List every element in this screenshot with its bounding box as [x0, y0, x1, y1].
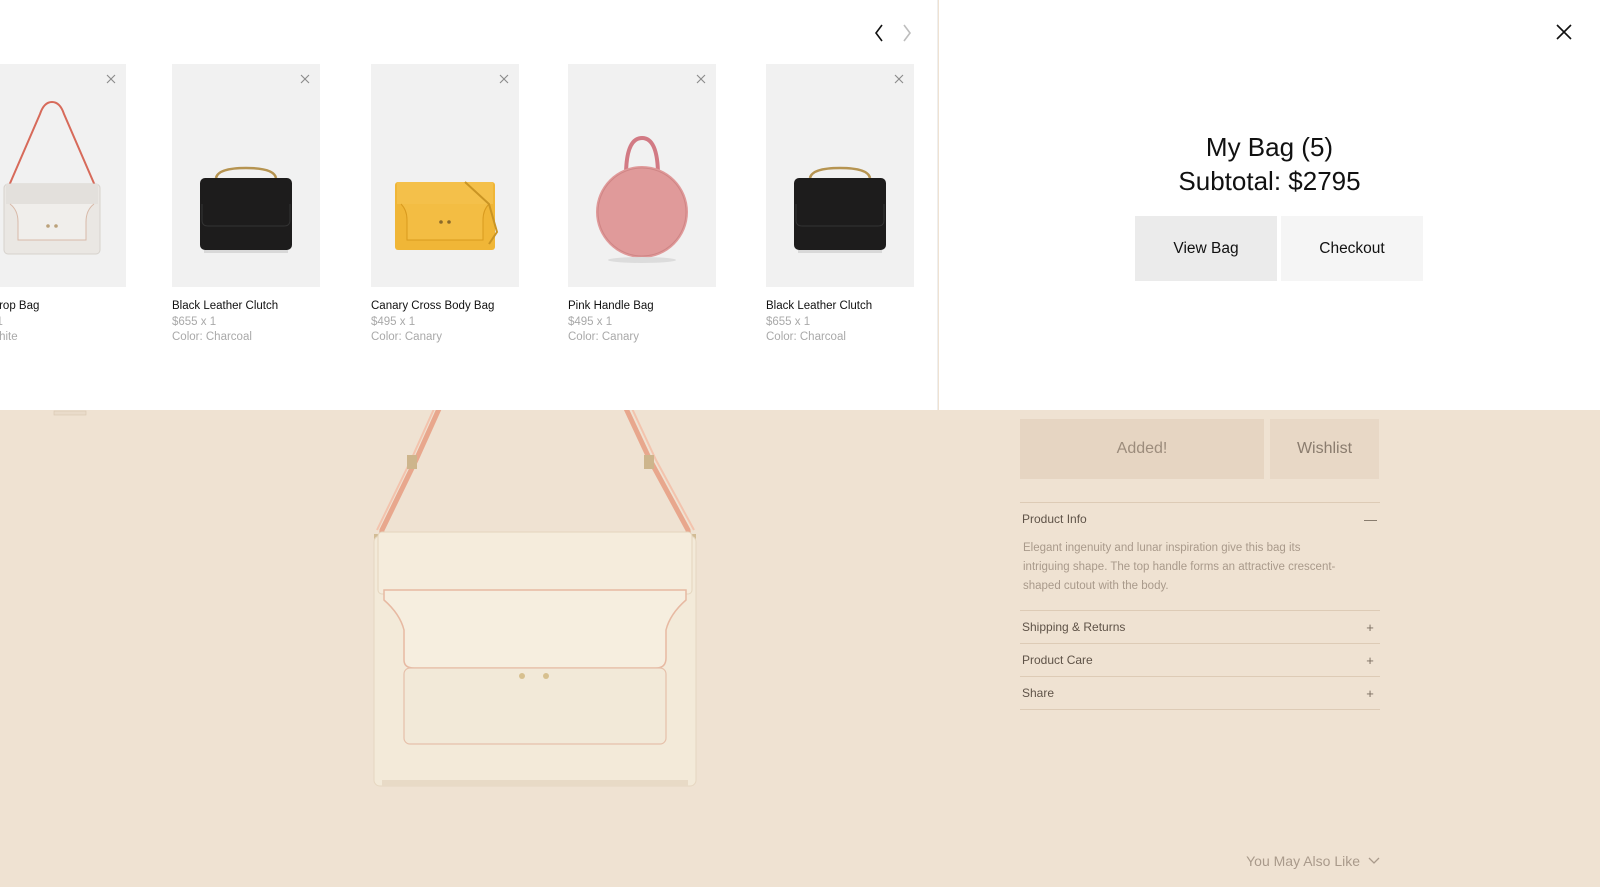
product-hero-image — [373, 400, 697, 787]
item-color: Color: Charcoal — [766, 331, 846, 343]
bag-item-image[interactable] — [371, 64, 519, 287]
remove-item-icon[interactable] — [694, 72, 708, 86]
checkout-button[interactable]: Checkout — [1281, 216, 1423, 281]
carousel-prev-button[interactable] — [870, 22, 888, 44]
chevron-down-icon — [1368, 857, 1380, 864]
item-price-qty: $655 x 1 — [766, 316, 811, 328]
item-price-qty: $495 x 1 — [371, 316, 416, 328]
close-icon[interactable] — [1554, 22, 1574, 42]
view-bag-button[interactable]: View Bag — [1135, 216, 1277, 281]
chevron-left-icon — [875, 24, 883, 42]
bag-item-image[interactable] — [568, 64, 716, 287]
item-name[interactable]: Pink Handle Bag — [568, 300, 716, 312]
bag-item-card[interactable]: Canary Cross Body Bag $495 x 1 Color: Ca… — [371, 64, 519, 343]
expand-icon[interactable]: + — [1364, 653, 1376, 668]
accordion-product-care: Product Care + — [1020, 643, 1380, 676]
you-may-also-like-toggle[interactable]: You May Also Like — [1246, 853, 1380, 869]
added-to-bag-button[interactable]: Added! — [1020, 419, 1264, 479]
accordion-title: Share — [1022, 686, 1055, 700]
also-like-label: You May Also Like — [1246, 853, 1360, 869]
remove-item-icon[interactable] — [892, 72, 906, 86]
carousel-next-button[interactable] — [898, 22, 916, 44]
bag-subtotal: Subtotal: $2795 — [1178, 166, 1361, 196]
bag-item-card[interactable]: Black Leather Clutch $655 x 1 Color: Cha… — [766, 64, 914, 343]
expand-icon[interactable]: + — [1364, 620, 1376, 635]
product-details-accordion: Product Info — Elegant ingenuity and lun… — [1020, 502, 1380, 710]
item-price-qty: $655 x 1 — [172, 316, 217, 328]
remove-item-icon[interactable] — [298, 72, 312, 86]
canary-crossbody-image — [395, 181, 499, 250]
accordion-shipping-returns: Shipping & Returns + — [1020, 610, 1380, 643]
remove-item-icon[interactable] — [104, 72, 118, 86]
pink-round-bag-image — [596, 135, 688, 263]
item-name[interactable]: Black Leather Clutch — [766, 300, 914, 312]
item-color: Color: Canary — [568, 331, 639, 343]
accordion-title: Shipping & Returns — [1022, 620, 1126, 634]
accordion-title: Product Care — [1022, 653, 1093, 667]
item-color: Color: Canary — [371, 331, 442, 343]
bag-item-image[interactable] — [172, 64, 320, 287]
black-clutch-image — [200, 166, 292, 253]
item-name[interactable]: te Drop Bag — [0, 300, 126, 312]
accordion-title: Product Info — [1022, 512, 1087, 526]
bag-items-carousel: te Drop Bag 5 x 1 r: White Black Leather… — [0, 0, 938, 410]
chevron-right-icon — [903, 24, 911, 42]
remove-item-icon[interactable] — [497, 72, 511, 86]
collapse-icon[interactable]: — — [1364, 512, 1377, 527]
bag-title: My Bag (5) — [1205, 132, 1334, 162]
item-name[interactable]: Black Leather Clutch — [172, 300, 320, 312]
white-drop-bag-image — [3, 100, 101, 255]
product-description: Elegant ingenuity and lunar inspiration … — [1023, 542, 1336, 592]
accordion-share: Share + — [1020, 676, 1380, 710]
product-actions: Added! Wishlist — [1020, 419, 1379, 479]
bag-item-card[interactable]: Pink Handle Bag $495 x 1 Color: Canary — [568, 64, 716, 343]
item-price-qty: $495 x 1 — [568, 316, 613, 328]
black-clutch-image — [794, 166, 886, 253]
accordion-header-product-info[interactable]: Product Info — — [1020, 503, 1380, 535]
bag-item-image[interactable] — [766, 64, 914, 287]
item-name[interactable]: Canary Cross Body Bag — [371, 300, 519, 312]
bag-summary-actions: View Bag Checkout — [1135, 216, 1423, 281]
accordion-product-info: Product Info — Elegant ingenuity and lun… — [1020, 502, 1380, 610]
bag-summary: My Bag (5) Subtotal: $2795 — [939, 130, 1600, 198]
bag-summary-panel — [939, 0, 1600, 410]
bag-item-image[interactable] — [0, 64, 126, 287]
item-color: Color: Charcoal — [172, 331, 252, 343]
item-price-qty: 5 x 1 — [0, 316, 126, 328]
accordion-header-shipping-returns[interactable]: Shipping & Returns + — [1020, 611, 1380, 643]
accordion-header-share[interactable]: Share + — [1020, 677, 1380, 709]
expand-icon[interactable]: + — [1364, 686, 1376, 701]
item-color: r: White — [0, 331, 18, 343]
accordion-header-product-care[interactable]: Product Care + — [1020, 644, 1380, 676]
bag-item-card[interactable]: Black Leather Clutch $655 x 1 Color: Cha… — [172, 64, 320, 343]
bag-item-card[interactable]: te Drop Bag 5 x 1 r: White — [0, 64, 126, 343]
wishlist-button[interactable]: Wishlist — [1270, 419, 1379, 479]
carousel-nav — [870, 22, 916, 44]
